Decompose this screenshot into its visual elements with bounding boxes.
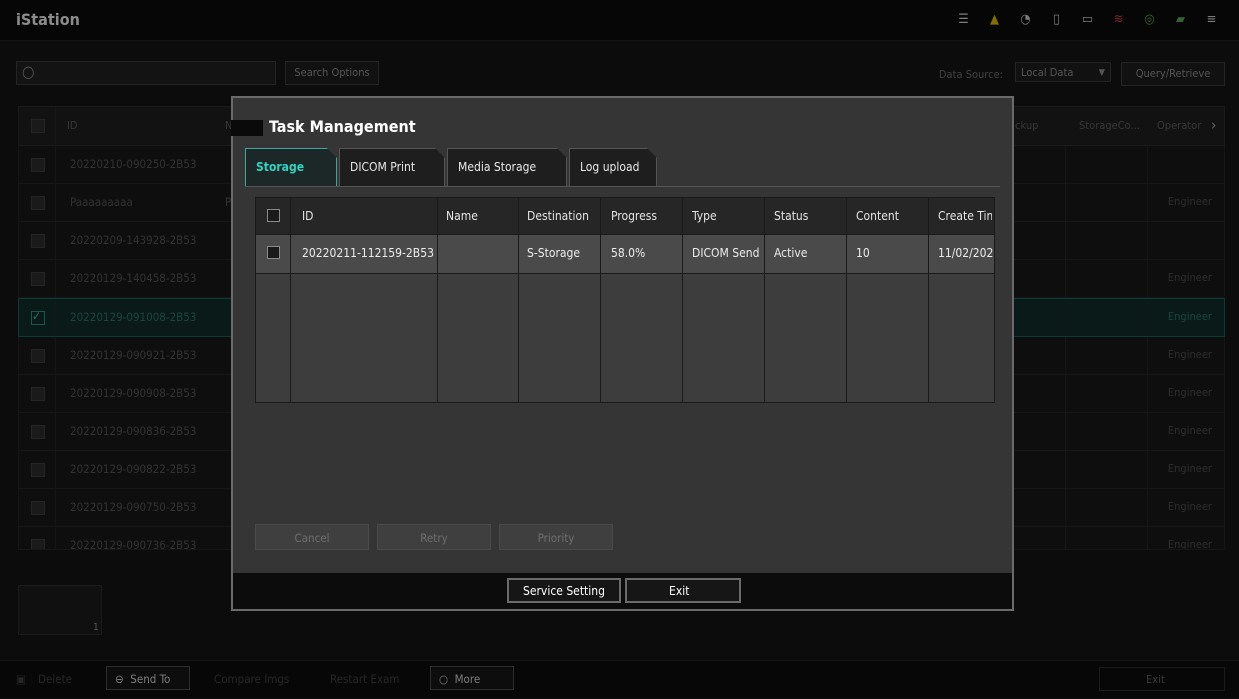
task-row[interactable]: 20220211-112159-2B53 S-Storage 58.0% DIC… <box>256 234 994 274</box>
tab-storage-task[interactable]: Storage Task <box>245 148 337 186</box>
task-id: 20220211-112159-2B53 <box>302 246 434 260</box>
column-divider <box>928 198 929 402</box>
tab-log-upload[interactable]: Log upload <box>569 148 657 186</box>
task-content: 10 <box>856 246 870 260</box>
col-destination: Destination <box>527 209 589 223</box>
col-progress: Progress <box>611 209 657 223</box>
select-all-tasks-checkbox[interactable] <box>267 209 280 222</box>
storage-task-table: ID Name Destination Progress Type Status… <box>255 197 995 403</box>
col-content: Content <box>856 209 899 223</box>
title-accent <box>231 120 263 136</box>
task-table-header: ID Name Destination Progress Type Status… <box>256 198 994 234</box>
column-divider <box>600 198 601 402</box>
retry-task-button[interactable]: Retry <box>377 524 491 550</box>
col-status: Status <box>774 209 809 223</box>
service-setting-button[interactable]: Service Setting <box>507 578 621 603</box>
tab-divider <box>245 186 1000 187</box>
tab-media-storage-task[interactable]: Media Storage Task <box>447 148 567 186</box>
task-row-checkbox[interactable] <box>267 246 280 259</box>
column-divider <box>518 198 519 402</box>
task-progress: 58.0% <box>611 246 646 260</box>
column-divider <box>764 198 765 402</box>
task-management-dialog: Task Management Storage Task DICOM Print… <box>231 96 1014 611</box>
dialog-title: Task Management <box>269 117 416 136</box>
col-create-time: Create Time <box>938 209 992 223</box>
column-divider <box>290 198 291 402</box>
column-divider <box>682 198 683 402</box>
priority-task-button[interactable]: Priority <box>499 524 613 550</box>
cancel-task-button[interactable]: Cancel <box>255 524 369 550</box>
tab-dicom-print-task[interactable]: DICOM Print Task <box>339 148 445 186</box>
task-type: DICOM Send <box>692 246 760 260</box>
task-status: Active <box>774 246 808 260</box>
column-divider <box>437 198 438 402</box>
task-create-time: 11/02/2022 <box>938 246 994 260</box>
col-type: Type <box>692 209 717 223</box>
col-name: Name <box>446 209 478 223</box>
exit-dialog-button[interactable]: Exit <box>625 578 741 603</box>
column-divider <box>846 198 847 402</box>
task-destination: S-Storage <box>527 246 580 260</box>
dialog-footer: Service Setting Exit <box>233 573 1012 609</box>
col-id: ID <box>302 209 314 223</box>
